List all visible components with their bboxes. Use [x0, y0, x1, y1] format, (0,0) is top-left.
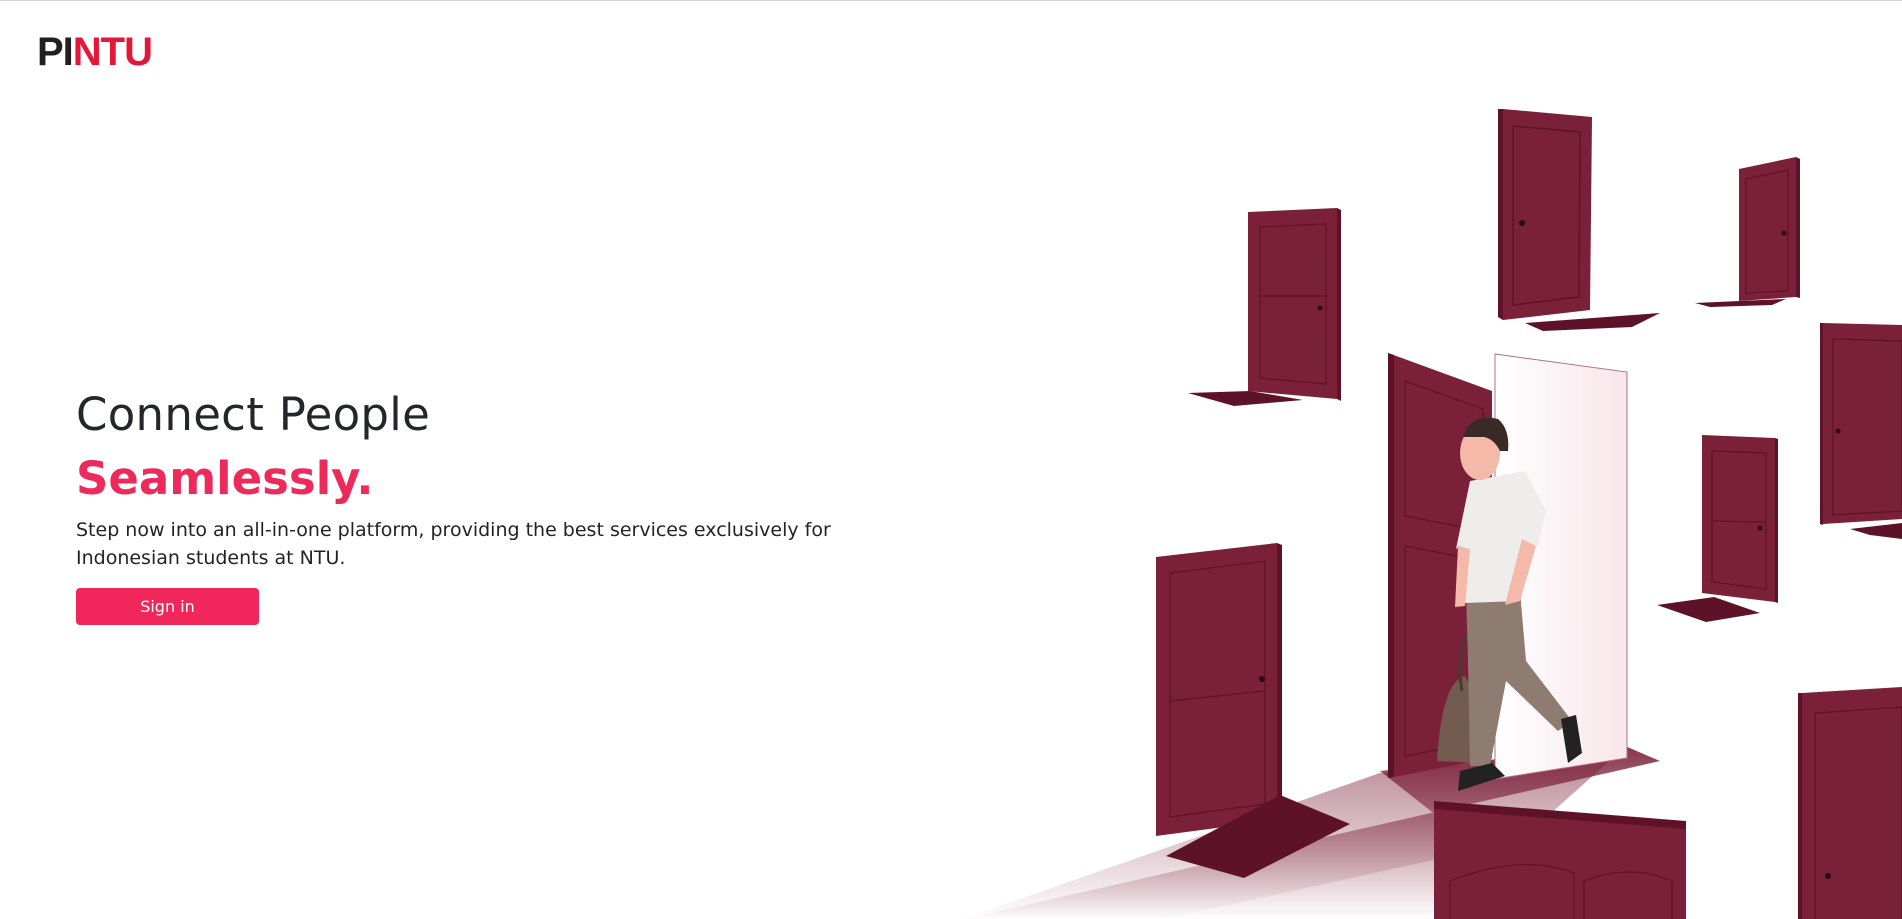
door-upper-left [1188, 208, 1341, 406]
door-far-right-upper [1820, 323, 1902, 539]
logo-text-dark: PI [37, 30, 74, 74]
logo-text-red: NTU [72, 30, 153, 74]
door-top-right [1695, 157, 1800, 307]
sign-in-button[interactable]: Sign in [76, 588, 259, 625]
doors-illustration [962, 109, 1902, 919]
pintu-logo[interactable]: PI NTU [37, 30, 153, 74]
door-bottom-center [1434, 801, 1686, 919]
door-right-mid [1657, 435, 1778, 622]
landing-page: PI NTU Connect People Seamlessly. Step no… [0, 0, 1902, 919]
hero-accent: Seamlessly. [76, 452, 374, 505]
door-bottom-right [1798, 687, 1902, 919]
hero-description: Step now into an all-in-one platform, pr… [76, 519, 831, 569]
hero-title: Connect People [76, 388, 431, 441]
hero-section: Connect People Seamlessly. Step now into… [76, 386, 856, 625]
door-top-center [1498, 109, 1660, 331]
door-left-lower [1156, 543, 1350, 878]
